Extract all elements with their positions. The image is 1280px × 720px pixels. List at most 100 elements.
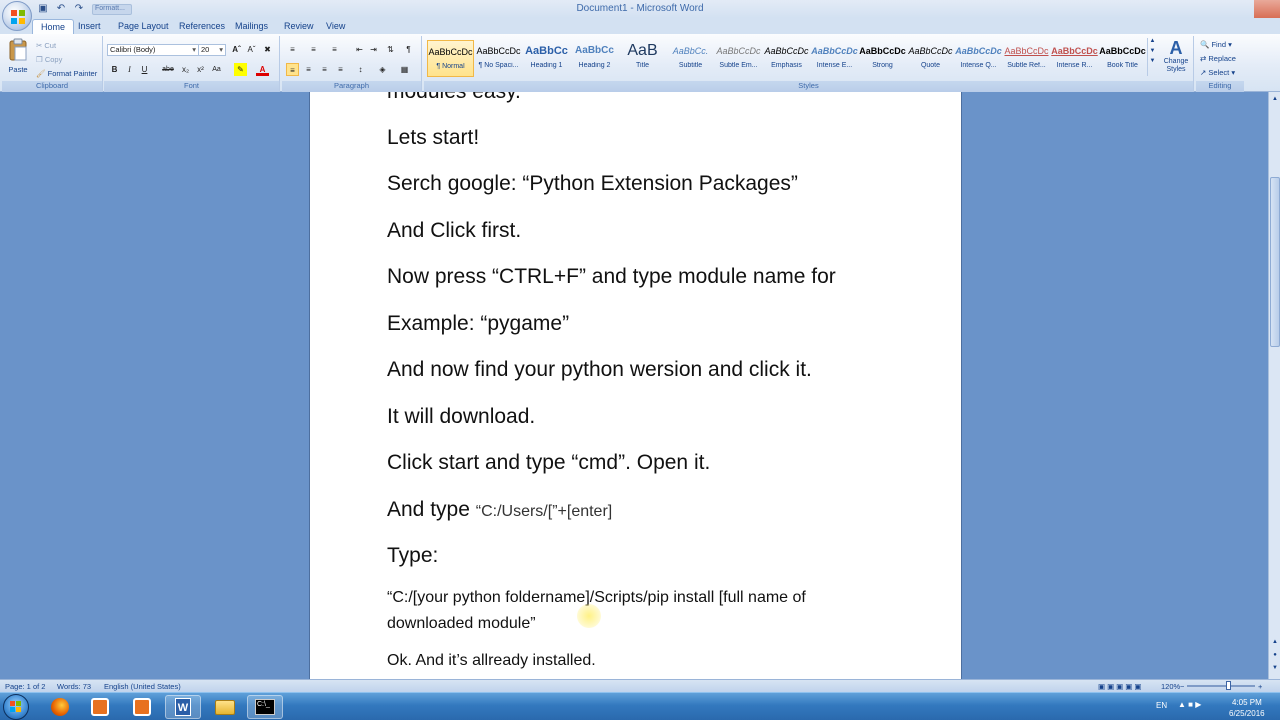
- select-button[interactable]: ↗ Select ▾: [1200, 68, 1235, 77]
- format-painter-icon: 🖌: [36, 69, 46, 78]
- zoom-in-icon[interactable]: +: [1258, 682, 1262, 691]
- document-page[interactable]: modules easy. Lets start! Serch google: …: [309, 92, 962, 679]
- tray-icons[interactable]: ▲ ■ ▶: [1178, 700, 1201, 709]
- grow-font-button[interactable]: Aˆ: [230, 43, 243, 56]
- document-line: Ok. And it’s allready installed.: [387, 652, 596, 669]
- font-color-button[interactable]: A: [256, 63, 269, 76]
- align-right-icon[interactable]: ≡: [318, 63, 331, 76]
- app-orange-2-icon[interactable]: [124, 695, 160, 719]
- italic-button[interactable]: I: [123, 63, 136, 76]
- close-button[interactable]: [1254, 0, 1280, 18]
- highlight-icon[interactable]: ✎: [234, 63, 247, 76]
- zoom-slider-track[interactable]: [1187, 685, 1255, 687]
- scroll-thumb[interactable]: [1270, 177, 1280, 347]
- language-bar[interactable]: EN: [1156, 701, 1167, 710]
- styles-scroll[interactable]: ▲ ▼ ▼: [1147, 38, 1157, 76]
- style-12[interactable]: AaBbCcDc Subtle Ref...: [1003, 40, 1050, 77]
- zoom-level[interactable]: 120%: [1161, 682, 1180, 691]
- document-line: And Click first.: [387, 219, 522, 242]
- find-button[interactable]: 🔍 Find ▾: [1200, 40, 1232, 49]
- borders-icon[interactable]: ▦: [398, 63, 411, 76]
- style-2[interactable]: AaBbCc Heading 1: [523, 40, 570, 77]
- page-count[interactable]: Page: 1 of 2: [5, 682, 45, 691]
- tab-references[interactable]: References: [171, 19, 233, 34]
- shading-icon[interactable]: ◈: [376, 63, 389, 76]
- clear-formatting-icon[interactable]: ✖: [261, 43, 274, 56]
- tab-mailings[interactable]: Mailings: [227, 19, 276, 34]
- subscript-button[interactable]: x₂: [179, 63, 192, 76]
- increase-indent-icon[interactable]: ⇥: [367, 43, 380, 56]
- styles-group-label: Styles: [424, 81, 1193, 92]
- style-3[interactable]: AaBbCc Heading 2: [571, 40, 618, 77]
- style-4[interactable]: AaB Title: [619, 40, 666, 77]
- view-buttons-icon[interactable]: ▣▣▣▣▣: [1098, 682, 1143, 691]
- vertical-scrollbar[interactable]: ▲ ▲ ● ▼: [1268, 92, 1280, 679]
- style-14[interactable]: AaBbCcDc Book Title: [1099, 40, 1146, 77]
- tab-page-layout[interactable]: Page Layout: [110, 19, 177, 34]
- change-styles-button[interactable]: A Change Styles: [1160, 38, 1192, 74]
- style-8[interactable]: AaBbCcDc Intense E...: [811, 40, 858, 77]
- bold-button[interactable]: B: [108, 63, 121, 76]
- clock-date[interactable]: 6/25/2016: [1229, 709, 1265, 718]
- file-explorer-icon[interactable]: [207, 695, 243, 719]
- style-9[interactable]: AaBbCcDc Strong: [859, 40, 906, 77]
- scroll-up-icon[interactable]: ▲: [1270, 94, 1280, 104]
- style-10[interactable]: AaBbCcDc Quote: [907, 40, 954, 77]
- strikethrough-button[interactable]: abe: [160, 63, 176, 76]
- justify-icon[interactable]: ≡: [334, 63, 347, 76]
- sort-icon[interactable]: ⇅: [384, 43, 397, 56]
- shrink-font-button[interactable]: Aˇ: [245, 43, 258, 56]
- minimize-button[interactable]: [1202, 0, 1228, 18]
- copy-button[interactable]: ❐ Copy: [36, 55, 62, 64]
- word-taskbar-icon[interactable]: W: [165, 695, 201, 719]
- style-13[interactable]: AaBbCcDc Intense R...: [1051, 40, 1098, 77]
- tab-view[interactable]: View: [318, 19, 353, 34]
- office-logo-icon: [11, 10, 25, 24]
- format-painter-button[interactable]: 🖌 Format Painter: [36, 69, 97, 78]
- style-11[interactable]: AaBbCcDc Intense Q...: [955, 40, 1002, 77]
- paragraph-group: ≡ ≡ ≡ ⇤ ⇥ ⇅ ¶ ≡ ≡ ≡ ≡ ↕ ◈ ▦ Paragraph: [282, 36, 422, 92]
- replace-button[interactable]: ⇄ Replace: [1200, 54, 1236, 63]
- paste-button[interactable]: Paste: [5, 38, 31, 78]
- firefox-icon[interactable]: [42, 695, 78, 719]
- cut-button[interactable]: ✂ Cut: [36, 41, 56, 50]
- start-button[interactable]: [3, 694, 29, 720]
- cmd-taskbar-icon[interactable]: C:\_: [247, 695, 283, 719]
- numbering-icon[interactable]: ≡: [307, 43, 320, 56]
- multilevel-list-icon[interactable]: ≡: [328, 43, 341, 56]
- document-line: Lets start!: [387, 126, 480, 149]
- select-browse-object-icon[interactable]: ●: [1270, 650, 1280, 660]
- tab-insert[interactable]: Insert: [70, 19, 109, 34]
- scroll-up-page-icon[interactable]: ▲: [1270, 637, 1280, 647]
- tab-review[interactable]: Review: [276, 19, 322, 34]
- word-count[interactable]: Words: 73: [57, 682, 91, 691]
- style-name: Heading 2: [578, 62, 611, 69]
- language-indicator[interactable]: English (United States): [104, 682, 181, 691]
- align-center-icon[interactable]: ≡: [302, 63, 315, 76]
- ribbon-tabs: Home Insert Page Layout References Maili…: [0, 18, 1280, 34]
- style-0[interactable]: AaBbCcDc ¶ Normal: [427, 40, 474, 77]
- font-size-combo[interactable]: 20 ▾: [198, 44, 226, 56]
- style-7[interactable]: AaBbCcDc Emphasis: [763, 40, 810, 77]
- zoom-slider-knob[interactable]: [1226, 681, 1231, 690]
- show-formatting-icon[interactable]: ¶: [402, 43, 415, 56]
- zoom-out-icon[interactable]: −: [1180, 682, 1184, 691]
- style-6[interactable]: AaBbCcDc Subtle Em...: [715, 40, 762, 77]
- style-name: Title: [636, 62, 649, 69]
- clock-time[interactable]: 4:05 PM: [1232, 698, 1262, 707]
- tab-home[interactable]: Home: [32, 19, 75, 34]
- maximize-button[interactable]: [1228, 0, 1254, 18]
- align-left-icon[interactable]: ≡: [286, 63, 299, 76]
- style-5[interactable]: AaBbCc. Subtitle: [667, 40, 714, 77]
- app-orange-icon[interactable]: [82, 695, 118, 719]
- decrease-indent-icon[interactable]: ⇤: [353, 43, 366, 56]
- office-button[interactable]: [2, 1, 32, 31]
- scroll-down-icon[interactable]: ▼: [1270, 663, 1280, 673]
- line-spacing-icon[interactable]: ↕: [354, 63, 367, 76]
- change-case-button[interactable]: Aa: [210, 63, 223, 76]
- superscript-button[interactable]: x²: [194, 63, 207, 76]
- font-name-combo[interactable]: Calibri (Body) ▾: [107, 44, 199, 56]
- style-1[interactable]: AaBbCcDc ¶ No Spaci...: [475, 40, 522, 77]
- underline-button[interactable]: U: [138, 63, 151, 76]
- bullets-icon[interactable]: ≡: [286, 43, 299, 56]
